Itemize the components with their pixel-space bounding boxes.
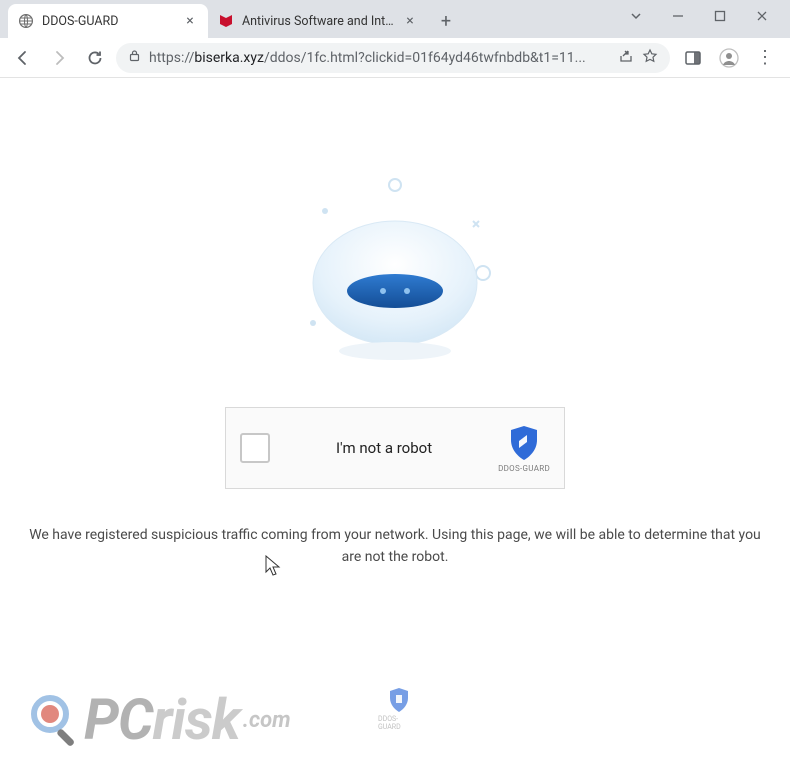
tab-ddos-guard[interactable]: DDOS-GUARD × bbox=[8, 4, 208, 38]
captcha-checkbox[interactable] bbox=[240, 433, 270, 463]
address-bar[interactable]: https://biserka.xyz/ddos/1fc.html?clicki… bbox=[116, 43, 670, 73]
tab-antivirus[interactable]: Antivirus Software and Internet S × bbox=[208, 4, 428, 38]
reload-button[interactable] bbox=[80, 43, 110, 73]
shield-icon bbox=[507, 424, 541, 462]
maximize-button[interactable] bbox=[702, 2, 738, 30]
watermark-risk: risk bbox=[153, 687, 240, 753]
forward-button[interactable] bbox=[44, 43, 74, 73]
browser-toolbar: https://biserka.xyz/ddos/1fc.html?clicki… bbox=[0, 38, 790, 78]
side-panel-icon[interactable] bbox=[676, 43, 710, 73]
close-icon[interactable]: × bbox=[402, 13, 418, 29]
captcha-brand: DDOS-GUARD bbox=[498, 424, 550, 473]
hero: I'm not a robot DDOS-GUARD We have regis… bbox=[0, 78, 790, 568]
info-message: We have registered suspicious traffic co… bbox=[0, 525, 790, 568]
tab-title: Antivirus Software and Internet S bbox=[242, 14, 394, 29]
chevron-down-icon[interactable] bbox=[618, 2, 654, 30]
profile-icon[interactable] bbox=[712, 43, 746, 73]
star-icon[interactable] bbox=[642, 48, 658, 68]
browser-titlebar: DDOS-GUARD × Antivirus Software and Inte… bbox=[0, 0, 790, 38]
tabs-strip: DDOS-GUARD × Antivirus Software and Inte… bbox=[0, 0, 608, 38]
robot-illustration bbox=[265, 173, 525, 373]
tab-title: DDOS-GUARD bbox=[42, 14, 174, 29]
new-tab-button[interactable]: + bbox=[432, 7, 460, 35]
watermark-dotcom: .com bbox=[243, 708, 291, 733]
back-button[interactable] bbox=[8, 43, 38, 73]
url-text: https://biserka.xyz/ddos/1fc.html?clicki… bbox=[149, 50, 610, 66]
menu-button[interactable]: ⋮ bbox=[748, 43, 782, 73]
window-controls bbox=[608, 0, 790, 38]
minimize-button[interactable] bbox=[660, 2, 696, 30]
watermark-brand-label: DDOS-GUARD bbox=[378, 715, 401, 731]
page-content: I'm not a robot DDOS-GUARD We have regis… bbox=[0, 78, 790, 779]
close-window-button[interactable] bbox=[744, 2, 780, 30]
toolbar-right: ⋮ bbox=[676, 43, 782, 73]
captcha-label: I'm not a robot bbox=[284, 439, 484, 457]
lock-icon bbox=[128, 49, 141, 66]
share-icon[interactable] bbox=[618, 48, 634, 68]
shield-icon bbox=[388, 687, 410, 713]
mcafee-icon bbox=[218, 13, 234, 29]
brand-label: DDOS-GUARD bbox=[498, 464, 550, 473]
close-icon[interactable]: × bbox=[182, 13, 198, 29]
captcha-box: I'm not a robot DDOS-GUARD bbox=[225, 407, 565, 489]
kebab-icon: ⋮ bbox=[756, 49, 774, 67]
magnifier-icon bbox=[28, 692, 84, 748]
watermark: PCrisk .com DDOS-GUARD bbox=[28, 687, 291, 753]
watermark-pc: PC bbox=[84, 687, 153, 753]
globe-icon bbox=[18, 13, 34, 29]
